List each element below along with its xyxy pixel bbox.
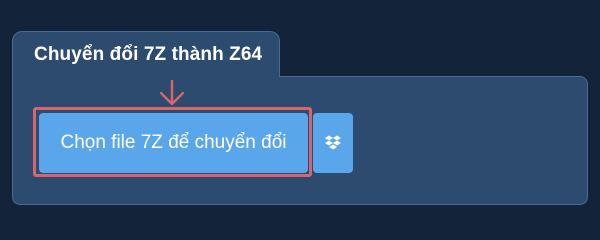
arrow-down-icon bbox=[159, 80, 185, 106]
choose-7z-file-button[interactable]: Chọn file 7Z để chuyển đổi bbox=[39, 113, 308, 173]
tab-title: Chuyển đổi 7Z thành Z64 bbox=[34, 44, 263, 65]
dropbox-button[interactable] bbox=[313, 113, 353, 173]
tab-panel-seam bbox=[13, 74, 279, 80]
dropbox-icon bbox=[325, 135, 341, 150]
converter-widget: Chuyển đổi 7Z thành Z64 Chọn file 7Z để … bbox=[0, 0, 600, 230]
